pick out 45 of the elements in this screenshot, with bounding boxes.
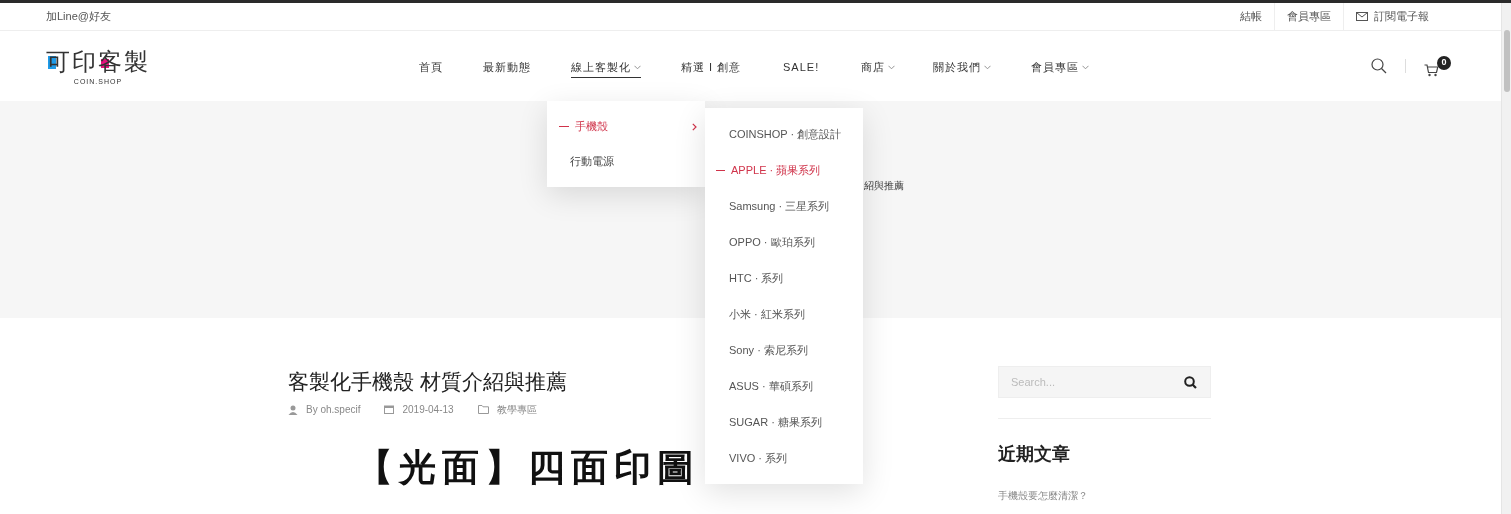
dash-icon <box>559 126 569 127</box>
section-heading: 近期文章 <box>998 443 1071 466</box>
author-text: By oh.specif <box>306 403 361 417</box>
line-link[interactable]: 加Line@好友 <box>46 8 111 25</box>
cart-icon <box>1424 63 1439 77</box>
submenu-item[interactable]: Samsung · 三星系列 <box>705 188 863 224</box>
nav-link[interactable]: 精選 I 創意 <box>681 58 742 79</box>
calendar-icon <box>384 405 395 414</box>
submenu-item[interactable]: ASUS · 華碩系列 <box>705 368 863 404</box>
nav-link[interactable]: 線上客製化 <box>571 58 641 79</box>
nav-link[interactable]: 商店 <box>861 58 895 79</box>
top-link[interactable]: 結帳 <box>1228 3 1274 30</box>
submenu-item[interactable]: OPPO · 歐珀系列 <box>705 224 863 260</box>
submenu-item[interactable]: APPLE · 蘋果系列 <box>705 152 863 188</box>
article-title: 客製化手機殼 材質介紹與推薦 <box>288 369 567 395</box>
nav-link[interactable]: 關於我們 <box>933 58 991 79</box>
search-icon[interactable] <box>1184 376 1197 389</box>
mail-icon <box>1356 12 1368 21</box>
submenu-item[interactable]: SUGAR · 糖果系列 <box>705 404 863 440</box>
category-link[interactable]: 教學專區 <box>496 402 537 417</box>
dropdown-item[interactable]: 手機殼 <box>547 109 705 144</box>
submenu-item[interactable]: 小米 · 紅米系列 <box>705 296 863 332</box>
nav-link[interactable]: SALE! <box>783 58 820 79</box>
nav-link[interactable]: 首頁 <box>419 58 443 79</box>
folder-icon <box>477 405 489 414</box>
dropdown-item[interactable]: 行動電源 <box>547 144 705 179</box>
search-icon[interactable] <box>1371 58 1387 74</box>
user-icon <box>288 404 298 415</box>
cart-button[interactable]: 0 <box>1424 55 1451 77</box>
breadcrumb-text: 紹與推薦 <box>864 179 904 193</box>
submenu-item[interactable]: VIVO · 系列 <box>705 440 863 476</box>
scrollbar-thumb[interactable] <box>1503 30 1510 92</box>
top-link[interactable]: 會員專區 <box>1274 3 1343 30</box>
nav-link[interactable]: 最新動態 <box>483 58 531 79</box>
top-link[interactable]: 訂閱電子報 <box>1343 3 1441 30</box>
dash-icon <box>716 170 725 171</box>
article-heading: 【光面】四面印圖 <box>356 447 700 489</box>
date-text[interactable]: 2019-04-13 <box>402 402 454 417</box>
submenu-item[interactable]: COINSHOP · 創意設計 <box>705 116 863 152</box>
post-link[interactable]: 手機殼要怎麼清潔？ <box>998 488 1211 503</box>
search-field[interactable]: Search... <box>998 366 1211 398</box>
nav-link[interactable]: 會員專區 <box>1031 58 1089 79</box>
cart-count-badge: 0 <box>1437 55 1451 70</box>
submenu-item[interactable]: Sony · 索尼系列 <box>705 332 863 368</box>
submenu-item[interactable]: HTC · 系列 <box>705 260 863 296</box>
